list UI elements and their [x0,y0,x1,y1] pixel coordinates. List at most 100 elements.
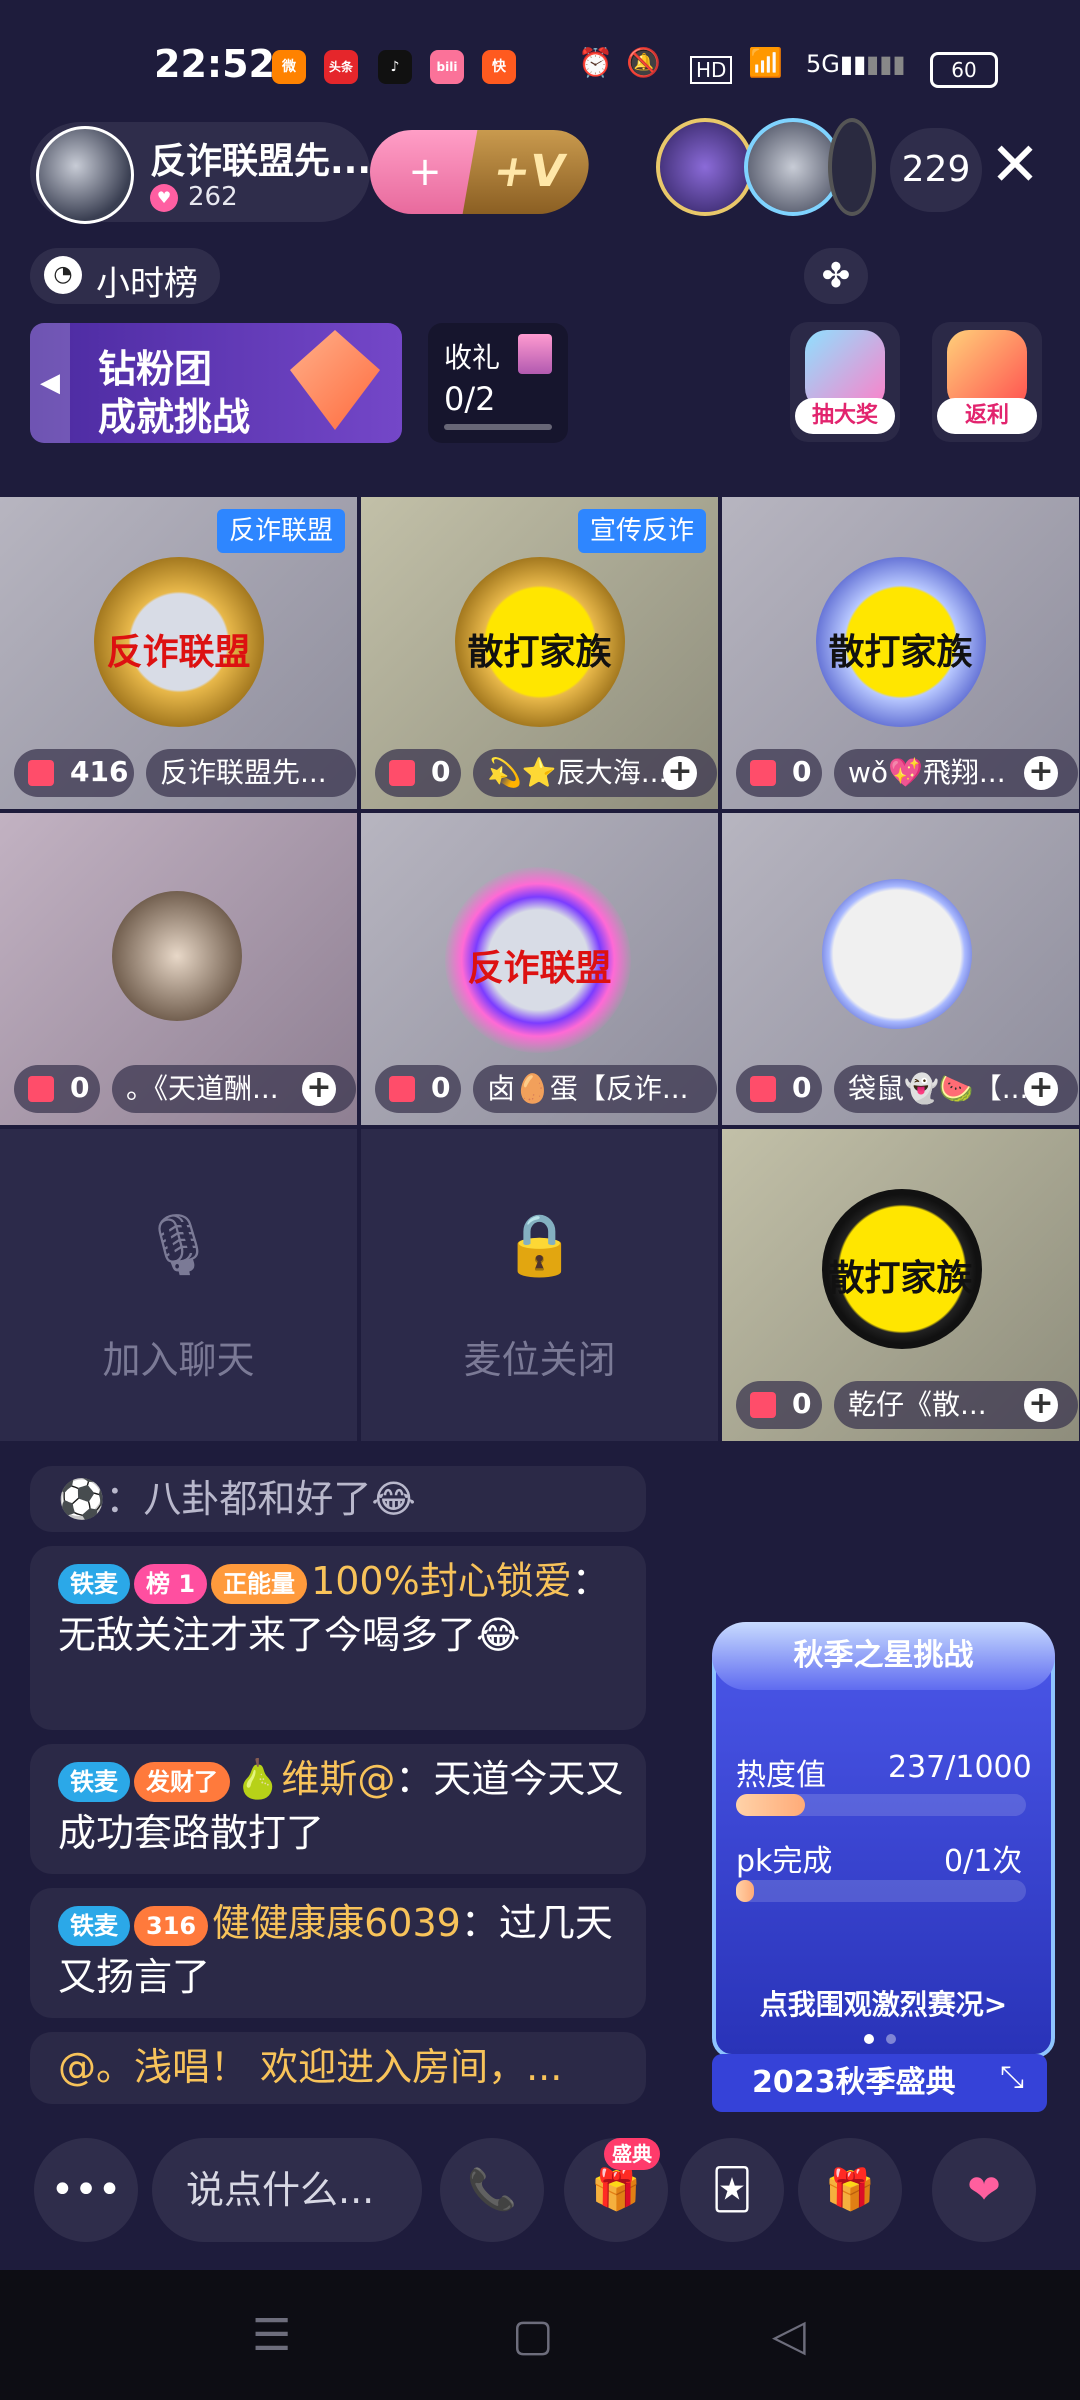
gift-count: 416 [70,755,129,788]
viewer-avatar[interactable] [828,118,876,216]
join-fan-button[interactable]: +V [462,130,596,214]
gift-icon [750,760,776,786]
gift-icon [750,1392,776,1418]
gift-button[interactable]: 🎁 [798,2138,902,2242]
follow-plus-button[interactable]: + [663,756,697,790]
mic-seat-1[interactable]: 反诈联盟 反诈联盟 416 反诈联盟先... [0,497,357,809]
phone-icon[interactable]: 📞 [440,2138,544,2242]
chat-message[interactable]: 铁麦榜 1 正能量 100%封心锁爱：无敌关注才来了今喝多了😂 [30,1546,646,1730]
favorite-button[interactable]: + [370,130,480,214]
pk-label: pk完成 [736,1844,833,1879]
mic-seat-2[interactable]: 宣传反诈 散打家族 0 💫⭐辰大海... + [361,497,718,809]
emblem-text: 散打家族 [467,632,612,673]
watch-match-link[interactable]: 点我围观激烈赛况> [712,1980,1055,2030]
rank-badge: 榜 1 [134,1563,208,1604]
heat-progress-bar [736,1794,805,1816]
follow-plus-button[interactable]: + [1024,756,1058,790]
tiktok-icon: ♪ [378,50,412,84]
lock-icon: 🔒 [502,1210,577,1280]
room-avatar[interactable] [36,126,134,224]
gala-badge: 盛典 [604,2138,660,2170]
seat-avatar [822,879,972,1029]
chat-message[interactable]: 铁麦 316 健健康康6039：过几天又扬言了 [30,1888,646,2018]
seat-username[interactable]: 反诈联盟先... [146,749,356,797]
gift-count: 0 [70,1071,90,1104]
chat-username[interactable]: 🍐维斯@ [234,1757,395,1801]
chat-user-icon: ⚽ [58,1477,106,1521]
collapse-icon[interactable]: ⤡ [1000,2060,1024,2095]
hd-icon: HD [690,56,733,84]
pk-value: 0/1次 [944,1844,1023,1879]
heart-plus-icon[interactable]: ❤ [932,2138,1036,2242]
chevron-left-icon[interactable]: ◀ [30,323,70,443]
emblem-text: 反诈联盟 [106,632,251,673]
follow-plus-button[interactable]: + [302,1072,336,1106]
mic-seat-4[interactable]: 0 。《天道酬... + [0,813,357,1125]
signal2-icon: ▮▮▮ [866,50,906,78]
chat-message[interactable]: ⚽：八卦都和好了😂 [30,1466,646,1532]
weibo-icon: 微 [272,50,306,84]
follow-plus-button[interactable]: + [1024,1072,1058,1106]
follow-plus-button[interactable]: + [1024,1388,1058,1422]
signal-icon: 5G▮▮ [806,50,867,78]
mic-seat-5[interactable]: 反诈联盟 0 卤🥚蛋【反诈... [361,813,718,1125]
mic-seat-6[interactable]: 0 袋鼠👻🍉【... + [722,813,1079,1125]
carousel-dot [886,2034,896,2044]
microphone-icon: 🎙 [140,1210,217,1280]
seat-closed-label: 麦位关闭 [463,1338,616,1382]
status-bar: 22:52 微 头条 ♪ bili 快 ⏰ 🔕 HD 📶 5G▮▮ ▮▮▮ 60 [0,0,1080,120]
toutiao-icon: 头条 [324,50,358,84]
kuaishou-icon: 快 [482,50,516,84]
seat-username[interactable]: 卤🥚蛋【反诈... [473,1065,717,1113]
chat-message[interactable]: @。浅唱！ 欢迎进入房间，... [30,2032,646,2104]
seat-tag: 反诈联盟 [216,509,345,553]
battery-icon: 60 [930,52,998,88]
mic-seat-3[interactable]: 散打家族 0 wǒ💖飛翔... + [722,497,1079,809]
carousel-dot [864,2034,874,2044]
chat-message[interactable]: 铁麦 发财了 🍐维斯@：天道今天又成功套路散打了 [30,1744,646,1874]
gala-banner[interactable]: 2023秋季盛典 [712,2054,1047,2112]
heat-label: 热度值 [736,1758,826,1793]
mute-icon: 🔕 [626,46,661,79]
viewer-avatar[interactable] [656,118,754,216]
emblem-text: 反诈联盟 [467,948,612,989]
pk-progress-bar [736,1880,754,1902]
chat-input[interactable]: 说点什么... [152,2138,422,2242]
energy-badge: 正能量 [211,1563,308,1604]
grid-menu-icon[interactable]: ✤ [804,248,868,304]
viewer-count[interactable]: 229 [890,128,982,212]
emblem-text: 散打家族 [828,1258,973,1299]
seat-avatar [112,891,242,1021]
chat-text: ：八卦都和好了😂 [105,1477,416,1521]
back-icon[interactable]: ◁ [772,2310,806,2361]
emblem-text: 散打家族 [828,632,973,673]
level-badge: 铁麦 [58,1761,130,1802]
hour-rank-label: 小时榜 [96,264,198,304]
room-title[interactable]: 反诈联盟先... [150,132,371,184]
gift-count: 0 [431,755,451,788]
mic-seat-8[interactable]: 🔒 麦位关闭 [361,1129,718,1441]
level-badge: 铁麦 [58,1905,130,1946]
menu-icon[interactable]: ☰ [252,2310,291,2361]
chat-username[interactable]: 100%封心锁爱 [311,1559,572,1603]
mic-seat-9[interactable]: 散打家族 0 乾仔《散... + [722,1129,1079,1441]
welcome-message: @。浅唱！ 欢迎进入房间，... [58,2045,563,2089]
rebate-label: 返利 [937,398,1037,434]
join-chat-label: 加入聊天 [102,1338,255,1382]
room-heat: 262 [188,182,238,212]
home-icon[interactable]: ▢ [512,2310,554,2361]
book-icon [518,334,552,374]
chat-username[interactable]: 健健康康6039 [212,1901,461,1945]
wifi-icon: 📶 [748,46,783,79]
gala-card-icon[interactable]: 🃏 [680,2138,784,2242]
clock-icon: ◔ [44,256,82,294]
gift-icon [28,760,54,786]
challenge-title-1: 钻粉团 [98,347,213,391]
close-button[interactable]: ✕ [985,130,1045,200]
mic-seat-7[interactable]: 🎙 加入聊天 [0,1129,357,1441]
gift-count: 0 [792,1387,812,1420]
fortune-badge: 发财了 [134,1761,230,1802]
more-button[interactable]: ••• [34,2138,138,2242]
score-badge: 316 [134,1905,209,1946]
pk-progress-track [736,1880,1026,1902]
